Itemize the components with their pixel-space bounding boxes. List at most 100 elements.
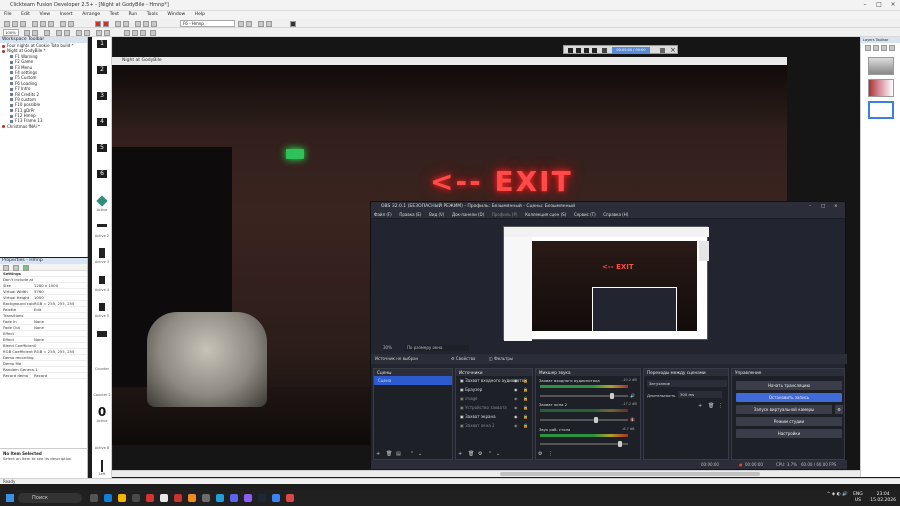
media-player-icon[interactable] [286,494,294,502]
skip-back-icon[interactable] [568,48,573,53]
source-item[interactable]: ▣ Устройство захвата ◉ 🔒 [456,403,532,412]
scene-up-icon[interactable]: ⌃ [410,451,414,457]
layer-add-icon[interactable] [865,45,871,51]
taskbar-search[interactable]: Поиск [18,493,82,503]
bold-icon[interactable] [124,30,130,36]
mixer-ch3-slider[interactable] [540,441,628,447]
lock-icon[interactable]: 🔒 [523,376,528,385]
lock-icon[interactable]: 🔒 [523,412,528,421]
property-value[interactable]: None [34,319,87,324]
frame-4-number[interactable]: 4 [97,118,107,126]
task-view-icon[interactable] [90,494,98,502]
visibility-eye-icon[interactable]: ◉ [514,394,518,403]
front-icon[interactable] [96,30,102,36]
explorer-icon[interactable] [118,494,126,502]
obs-taskbar-icon[interactable] [202,494,210,502]
menu-run[interactable]: Run [124,11,141,19]
visibility-eye-icon[interactable]: ◉ [514,412,518,421]
workspace-tree-item[interactable]: Christmas fNAi * [0,124,87,129]
counter-object-icon[interactable] [97,331,107,337]
menu-file[interactable]: File [0,11,16,19]
source-add-icon[interactable]: + [458,451,462,457]
italic-icon[interactable] [132,30,138,36]
layer-down-icon[interactable] [889,45,895,51]
source-item[interactable]: ▣ Захват входного аудиопото ◉ 🔒 [456,376,532,385]
active4-object-icon[interactable] [99,276,105,284]
transition-select[interactable]: Затухание [647,380,727,387]
layer-thumb-3[interactable] [868,101,894,119]
keyboard-layout[interactable]: US [855,498,861,503]
scene-item[interactable]: Сцена [374,376,452,385]
cut-icon[interactable] [32,21,38,27]
maximize-icon[interactable]: □ [872,1,886,10]
grid-icon[interactable] [24,30,30,36]
minimize-icon[interactable]: – [858,1,872,10]
clock-date[interactable]: 15.02.2026 [870,498,896,503]
property-value[interactable]: 1000 [34,295,87,300]
clickteam-taskbar-icon[interactable] [272,494,280,502]
property-value[interactable] [34,361,87,366]
lock-icon[interactable]: 🔒 [523,385,528,394]
event-editor-icon[interactable] [135,21,141,27]
active3-object-icon[interactable] [99,248,105,258]
frame-3-number[interactable]: 3 [97,92,107,100]
obs-menu-profile[interactable]: Профиль (P) [489,211,521,219]
scene-remove-icon[interactable]: 🗑 [386,451,392,457]
run-app-icon[interactable] [95,21,101,27]
layer-icon[interactable] [44,30,50,36]
clock-time[interactable]: 23:04 [877,492,890,497]
font-icon[interactable] [150,30,156,36]
align-left-icon[interactable] [56,30,62,36]
align-center-icon[interactable] [64,30,70,36]
property-value[interactable]: 5760 [34,289,87,294]
property-value[interactable]: -1 [34,367,87,372]
visibility-eye-icon[interactable]: ◉ [514,403,518,412]
menu-window[interactable]: Window [163,11,189,19]
new-icon[interactable] [4,21,10,27]
counter-value[interactable]: 0 [96,405,108,419]
pause-icon[interactable] [584,48,589,53]
duration-input[interactable]: 300 ms [678,391,722,398]
obs-preview[interactable]: <-- EXIT [503,226,709,341]
obs-zoom-mode[interactable]: По размеру окна [405,345,469,351]
stop-media-icon[interactable] [576,48,581,53]
obs-filters-button[interactable]: ◫ Фильтры [489,354,513,364]
storyboard-icon[interactable] [115,21,121,27]
start-stream-button[interactable]: Начать трансляцию [736,381,842,390]
obs-properties-button[interactable]: ⚙ Свойства [451,354,475,364]
save-icon[interactable] [20,21,26,27]
mixer-menu-icon[interactable]: ⋮ [548,451,553,457]
properties-refresh-icon[interactable] [23,265,29,271]
virtual-camera-button[interactable]: Запуск виртуальной камеры [736,405,832,414]
data-elements-icon[interactable] [151,21,157,27]
frame-6-number[interactable]: 6 [97,170,107,178]
open-icon[interactable] [12,21,18,27]
frame-2-number[interactable]: 2 [97,66,107,74]
settings-button[interactable]: Настройки [736,429,842,438]
close-icon[interactable]: × [886,1,900,10]
property-value[interactable] [34,277,87,282]
layer-remove-icon[interactable] [873,45,879,51]
properties-sort-icon[interactable] [13,265,19,271]
app-purple-icon[interactable] [244,494,252,502]
paste-icon[interactable] [48,21,54,27]
transition-remove-icon[interactable]: 🗑 [708,403,714,409]
source-item[interactable]: ▣ Захват экрана ◉ 🔒 [456,412,532,421]
menu-insert[interactable]: Insert [56,11,77,19]
property-value[interactable]: Edit [34,307,87,312]
frame-editor-icon[interactable] [123,21,129,27]
obs-zoom-value[interactable]: 30% [383,344,392,352]
back-icon[interactable] [104,30,110,36]
layer-up-icon[interactable] [881,45,887,51]
property-value[interactable]: 0 [34,343,87,348]
zoom-select[interactable]: 100% [3,29,19,36]
property-value[interactable]: None [34,325,87,330]
zoom-in-icon[interactable] [258,21,264,27]
visibility-eye-icon[interactable]: ◉ [514,385,518,394]
obs-minimize-icon[interactable]: – [809,202,811,211]
active5-object-icon[interactable] [99,303,105,311]
underline-icon[interactable] [140,30,146,36]
menu-help[interactable]: Help [191,11,209,19]
edge-icon[interactable] [104,494,112,502]
store-icon[interactable] [132,494,140,502]
